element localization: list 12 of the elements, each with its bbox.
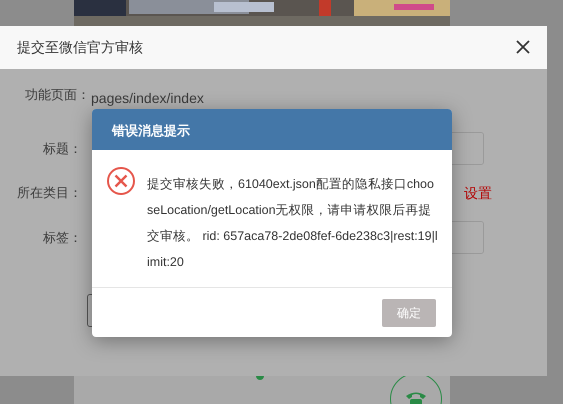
close-icon (516, 40, 530, 54)
confirm-button[interactable]: 确定 (382, 299, 436, 327)
dialog-title: 提交至微信官方审核 (17, 38, 143, 57)
settings-link[interactable]: 设置 (464, 183, 492, 204)
error-icon (106, 166, 136, 196)
field-label: 标签： (43, 229, 82, 247)
field-label: 所在类目： (17, 184, 82, 202)
field-value: pages/index/index (91, 89, 204, 108)
field-label: 标题： (43, 140, 82, 158)
field-label: 功能页面： (25, 86, 90, 104)
error-message: 提交审核失败，61040ext.json配置的隐私接口chooseLocation/getLocation无权限，请申请权限后再提交审核。 rid: 657aca78-2de08fef-6de238c3|rest:19|limit:20 (147, 176, 439, 271)
error-title: 错误消息提示 (112, 122, 190, 140)
